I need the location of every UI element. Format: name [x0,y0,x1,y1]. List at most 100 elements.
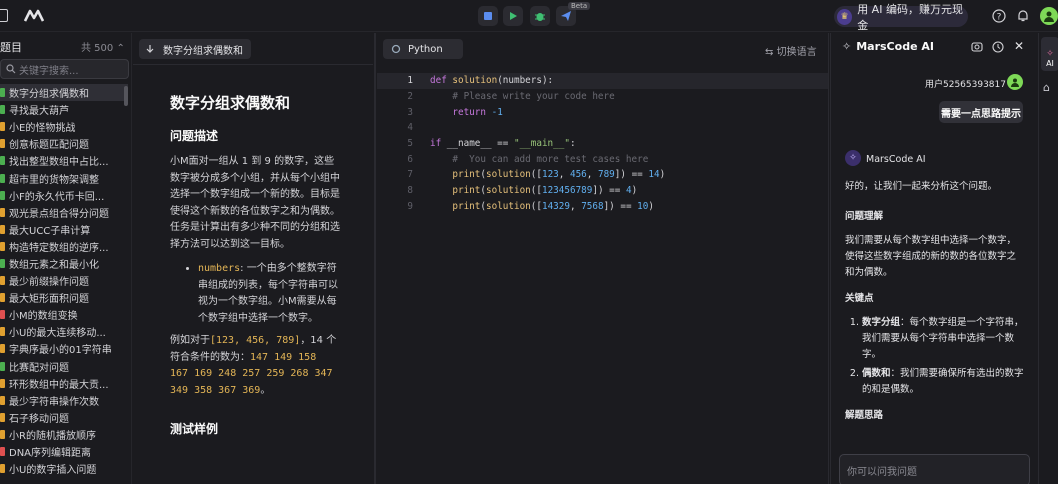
problem-list-item[interactable]: 石子移动问题 [0,409,128,426]
bell-icon[interactable] [1016,9,1030,23]
code-text: print(solution([14329, 7568]) == 10) [452,200,654,212]
ai-panel-title: MarsCode AI [856,40,934,53]
problem-list-item-label: 数组元素之和最小化 [9,259,99,271]
problem-list-item-label: 最少前缀操作问题 [9,277,89,289]
ai-section-heading: 关键点 [845,293,874,304]
ai-paragraph: 我们需要从每个数字组中选择一个数字，使得这些数字组成的新的数的各位数字之和为偶数… [845,235,1017,278]
problem-list-item[interactable]: 构造特定数组的逆序... [0,238,128,255]
section-heading: 问题描述 [170,128,219,143]
tab-description[interactable]: 数字分组求偶数和 [139,39,251,59]
difficulty-marker [0,122,5,132]
chevron-up-icon: ⌃ [116,43,125,54]
line-number: 8 [407,185,413,197]
pane-divider[interactable] [374,33,376,484]
ai-chat-input[interactable]: 你可以问我问题 [839,454,1030,484]
user-message-bubble: 需要一点思路提示 [939,101,1023,123]
ai-activity-button[interactable]: ✧ AI [1041,37,1058,71]
problem-list-item[interactable]: 小M的数组变换 [0,306,128,323]
pane-divider[interactable] [828,33,829,484]
problem-list-item[interactable]: 小U的数字插入问题 [0,460,128,477]
ai-key-point: 偶数和：我们需要确保所有选出的数字的和是偶数。 [862,366,1025,398]
difficulty-marker [0,361,5,371]
list-scrollbar[interactable] [124,86,128,106]
difficulty-marker [0,395,5,405]
debug-button[interactable] [530,6,550,26]
problem-list-item-label: 构造特定数组的逆序... [9,242,109,254]
problem-list-item[interactable]: 超市里的货物架调整 [0,169,128,186]
problem-list-item[interactable]: 数组元素之和最小化 [0,255,128,272]
code-text: print(solution([123, 456, 789]) == 14) [452,169,666,181]
problem-list-item[interactable]: 最大矩形面积问题 [0,289,128,306]
example-paragraph: 例如对于[123, 456, 789]，14 个符合条件的数为：147 149 … [170,333,340,399]
problem-count[interactable]: 共 500 ⌃ [81,39,125,54]
code-editor-panel: Python ⇆ 切换语言 1 def solution(numbers): 2 #… [377,33,829,484]
code-area[interactable]: 1 def solution(numbers): 2 # Please write … [377,73,829,214]
problem-list-item-label: 最少字符串操作次数 [9,396,99,408]
toolbox-icon[interactable]: ⌂ [1043,81,1050,94]
line-number: 5 [407,138,413,150]
problem-list-item[interactable]: 数字分组求偶数和 [0,84,128,102]
code-line[interactable]: 4 [377,120,829,136]
user-icon [1044,11,1054,22]
code-line[interactable]: 8 print(solution([123456789]) == 4) [377,183,829,199]
problem-list-item-label: 小R的随机播放顺序 [9,430,96,442]
help-icon[interactable]: ? [992,9,1006,23]
difficulty-marker [0,412,5,422]
problem-list-item[interactable]: 字典序最小的01字符串 [0,340,128,357]
user-avatar[interactable] [1040,7,1058,25]
code-line[interactable]: 5 if __name__ == "__main__": [377,136,829,152]
marscode-logo[interactable] [24,8,44,23]
language-tab[interactable]: Python [383,39,463,59]
code-line[interactable]: 9 print(solution([14329, 7568]) == 10) [377,199,829,215]
problem-list-item[interactable]: DNA序列编辑距离 [0,443,128,460]
submit-button[interactable] [478,6,498,26]
difficulty-marker [0,464,5,474]
swap-icon: ⇆ [765,47,774,58]
sidebar-toggle-icon[interactable] [0,9,8,22]
problem-list-item[interactable]: 创意标题匹配问题 [0,135,128,152]
ai-chat-placeholder: 你可以问我问题 [847,467,917,478]
beta-badge: Beta [568,2,591,10]
problem-list-item-label: 找出整型数组中占比... [9,157,109,169]
example-prefix: 例如对于 [170,335,210,346]
code-text: return -1 [452,106,503,118]
ai-intro: 好的，让我们一起来分析这个问题。 [845,181,998,192]
difficulty-marker [0,327,5,337]
problem-list-item[interactable]: 找出整型数组中占比... [0,152,128,169]
history-icon[interactable] [992,41,1004,53]
difficulty-marker [0,190,5,200]
code-line[interactable]: 1 def solution(numbers): [377,73,829,89]
problem-list-item[interactable]: 寻找最大葫芦 [0,101,128,118]
problem-list-item[interactable]: 小E的怪物挑战 [0,118,128,135]
ai-promo-badge[interactable]: ♛ 用 AI 编码，赚万元现金 [834,3,968,32]
language-label: Python [408,43,443,55]
problem-list-item[interactable]: 小R的随机播放顺序 [0,426,128,443]
problem-list-item[interactable]: 小U的最大连续移动... [0,323,128,340]
code-line[interactable]: 3 return -1 [377,104,829,120]
switch-language-button[interactable]: ⇆ 切换语言 [765,43,817,58]
difficulty-marker [0,276,5,286]
problem-list-item[interactable]: 最少字符串操作次数 [0,392,128,409]
ai-assistant-panel: ✧ MarsCode AI ✕ 用户52565393817 需要一点思路提示 ✧ … [830,33,1037,484]
code-line[interactable]: 6 # You can add more test cases here [377,151,829,167]
problem-list-panel: 题目 共 500 ⌃ 关键字搜索... 数字分组求偶数和 寻找最大葫芦 小E的怪物挑… [0,33,132,484]
problem-search-input[interactable]: 关键字搜索... [0,59,129,79]
line-number: 1 [407,75,413,87]
code-line[interactable]: 7 print(solution([123, 456, 789]) == 14) [377,167,829,183]
problem-list-item[interactable]: 环形数组中的最大贡... [0,375,128,392]
close-icon[interactable]: ✕ [1014,39,1024,53]
code-line[interactable]: 2 # Please write your code here [377,89,829,105]
problem-count-text: 共 500 [81,43,114,54]
problem-list-item-label: 环形数组中的最大贡... [9,379,109,391]
problem-list-item[interactable]: 比赛配对问题 [0,358,128,375]
problem-list-item[interactable]: 最大UCC子串计算 [0,221,128,238]
difficulty-marker [0,293,5,303]
problem-list-item[interactable]: 小F的永久代币卡回... [0,187,128,204]
python-icon [391,44,401,54]
run-button[interactable] [503,6,523,26]
problem-list-item-label: 小U的最大连续移动... [9,328,106,340]
problem-list-item-label: 最大矩形面积问题 [9,294,89,306]
screenshot-icon[interactable] [971,41,983,53]
problem-list-item[interactable]: 观光景点组合得分问题 [0,204,128,221]
problem-list-item[interactable]: 最少前缀操作问题 [0,272,128,289]
